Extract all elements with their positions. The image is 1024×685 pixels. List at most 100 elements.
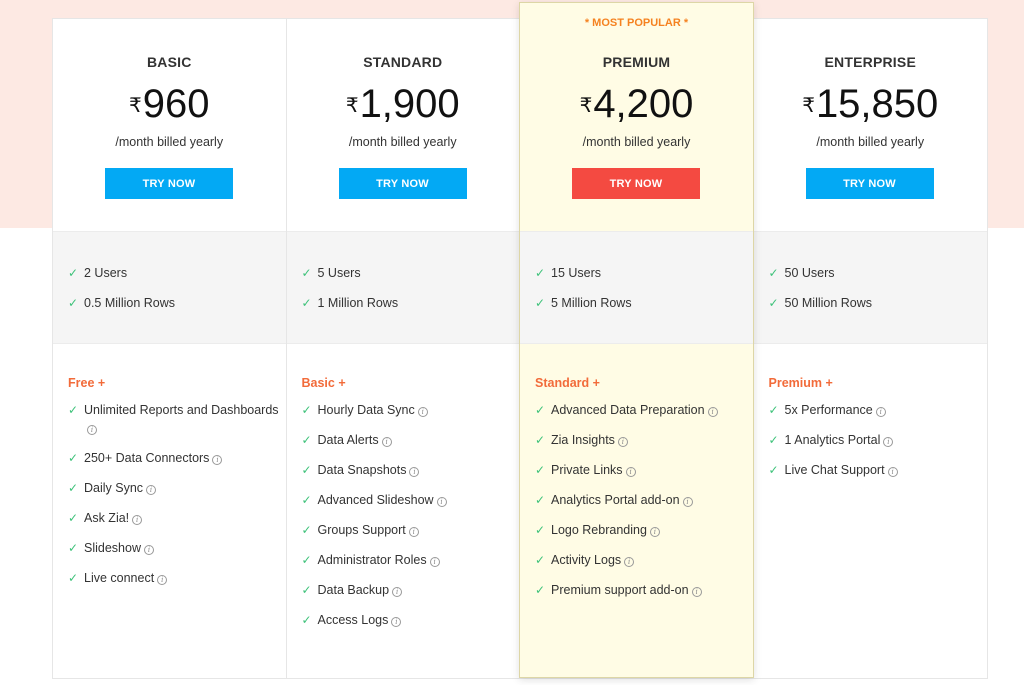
feature-item: ✓ Advanced Slideshow i	[287, 491, 520, 509]
feature-item: ✓ Data Alerts i	[287, 431, 520, 449]
info-icon[interactable]: i	[625, 467, 636, 477]
currency-symbol: ₹	[802, 95, 815, 117]
feature-item: ✓ Groups Support i	[287, 521, 520, 539]
currency-symbol: ₹	[579, 95, 593, 117]
price-amount: 1,900	[359, 82, 460, 126]
feature-text: Access Logs i	[318, 611, 402, 629]
feature-label: Private Links	[551, 463, 623, 477]
info-icon[interactable]: i	[409, 467, 420, 477]
tier-label: Basic +	[301, 376, 346, 390]
feature-text: Activity Logs i	[551, 551, 635, 569]
feature-label: Live Chat Support	[784, 463, 885, 477]
feature-item: ✓ Data Snapshots i	[287, 461, 520, 479]
plan-features: Basic + ✓ Hourly Data Sync i ✓ Data Alerts i ✓ D…	[287, 344, 520, 629]
quota-item: ✓ 2 Users	[53, 264, 286, 282]
try-now-button-basic[interactable]: TRY NOW	[105, 168, 233, 199]
feature-label: Advanced Slideshow	[317, 493, 434, 507]
feature-label: Advanced Data Preparation	[551, 403, 705, 417]
info-icon[interactable]: i	[157, 575, 168, 585]
feature-item: ✓ 5x Performance i	[754, 401, 988, 419]
info-icon[interactable]: i	[408, 527, 419, 537]
feature-label: Administrator Roles	[317, 553, 427, 567]
feature-label: Logo Rebranding	[551, 523, 647, 537]
quota-item: ✓ 5 Users	[287, 264, 520, 282]
try-now-button-enterprise[interactable]: TRY NOW	[805, 168, 934, 199]
currency-symbol: ₹	[345, 95, 359, 117]
feature-text: Groups Support i	[318, 521, 419, 539]
quota-item: ✓ 5 Million Rows	[520, 294, 753, 312]
billing-period: /month billed yearly	[115, 135, 224, 149]
plan-quota: ✓ 2 Users ✓ 0.5 Million Rows	[53, 231, 286, 344]
feature-text: Zia Insights i	[551, 431, 628, 449]
feature-text: Advanced Data Preparation i	[551, 401, 718, 419]
try-now-button-premium[interactable]: TRY NOW	[572, 168, 700, 199]
feature-label: Activity Logs	[551, 553, 622, 567]
feature-text: Hourly Data Sync i	[318, 401, 428, 419]
quota-label: 5 Users	[317, 266, 361, 280]
plan-price: ₹960	[53, 81, 286, 127]
check-icon: ✓	[535, 523, 546, 537]
billing-period: /month billed yearly	[348, 135, 457, 149]
info-icon[interactable]: i	[143, 545, 154, 555]
info-icon[interactable]: i	[887, 467, 898, 477]
info-icon[interactable]: i	[391, 617, 402, 627]
plan-name: BASIC	[146, 54, 192, 70]
check-icon: ✓	[535, 553, 546, 567]
feature-label: Premium support add-on	[551, 583, 689, 597]
check-icon: ✓	[301, 266, 312, 280]
feature-text: Data Backup i	[318, 581, 403, 599]
feature-text: 5x Performance i	[785, 401, 886, 419]
quota-label: 0.5 Million Rows	[84, 296, 176, 310]
feature-text: Analytics Portal add-on i	[551, 491, 693, 509]
feature-label: Ask Zia!	[84, 511, 130, 525]
info-icon[interactable]: i	[617, 437, 628, 447]
quota-label: 50 Million Rows	[784, 296, 873, 310]
info-icon[interactable]: i	[624, 557, 635, 567]
check-icon: ✓	[68, 451, 79, 465]
info-icon[interactable]: i	[87, 425, 97, 435]
info-icon[interactable]: i	[212, 455, 223, 465]
check-icon: ✓	[301, 523, 312, 537]
feature-item: ✓ Daily Sync i	[53, 479, 286, 497]
feature-item: ✓ Slideshow i	[53, 539, 286, 557]
feature-item: ✓ Premium support add-on i	[520, 581, 753, 599]
info-icon[interactable]: i	[682, 497, 693, 507]
info-icon[interactable]: i	[436, 497, 447, 507]
feature-label: Data Alerts	[317, 433, 379, 447]
feature-text: Data Alerts i	[318, 431, 392, 449]
feature-text: Ask Zia! i	[84, 509, 143, 527]
try-now-button-standard[interactable]: TRY NOW	[338, 168, 467, 199]
feature-label: 5x Performance	[784, 403, 873, 417]
feature-item: ✓ Logo Rebranding i	[520, 521, 753, 539]
feature-item: ✓ Unlimited Reports and Dashboards i	[53, 401, 286, 437]
feature-item: ✓ Ask Zia! i	[53, 509, 286, 527]
plan-header: * MOST POPULAR * PREMIUM ₹4,200/month bill…	[520, 3, 753, 231]
info-icon[interactable]: i	[691, 587, 702, 597]
info-icon[interactable]: i	[392, 587, 403, 597]
feature-label: Live connect	[84, 571, 155, 585]
info-icon[interactable]: i	[649, 527, 660, 537]
quota-label: 2 Users	[84, 266, 128, 280]
info-icon[interactable]: i	[381, 437, 392, 447]
info-icon[interactable]: i	[132, 515, 143, 525]
quota-label: 5 Million Rows	[551, 296, 632, 310]
info-icon[interactable]: i	[707, 407, 718, 417]
feature-label: Zia Insights	[551, 433, 615, 447]
check-icon: ✓	[68, 403, 79, 417]
info-icon[interactable]: i	[883, 437, 894, 447]
info-icon[interactable]: i	[417, 407, 428, 417]
info-icon[interactable]: i	[146, 485, 157, 495]
info-icon[interactable]: i	[429, 557, 440, 567]
feature-item: ✓ Zia Insights i	[520, 431, 753, 449]
feature-item: ✓ Administrator Roles i	[287, 551, 520, 569]
plan-name: ENTERPRISE	[824, 54, 916, 70]
check-icon: ✓	[301, 583, 312, 597]
info-icon[interactable]: i	[875, 407, 886, 417]
quota-label: 50 Users	[784, 266, 835, 280]
feature-label: Daily Sync	[84, 481, 144, 495]
check-icon: ✓	[535, 266, 546, 280]
feature-item: ✓ Hourly Data Sync i	[287, 401, 520, 419]
plan-features: Free + ✓ Unlimited Reports and Dashboards i…	[53, 344, 286, 587]
quota-label: 1 Million Rows	[317, 296, 399, 310]
plan-features: Standard + ✓ Advanced Data Preparation i ✓ Zi…	[520, 344, 753, 611]
